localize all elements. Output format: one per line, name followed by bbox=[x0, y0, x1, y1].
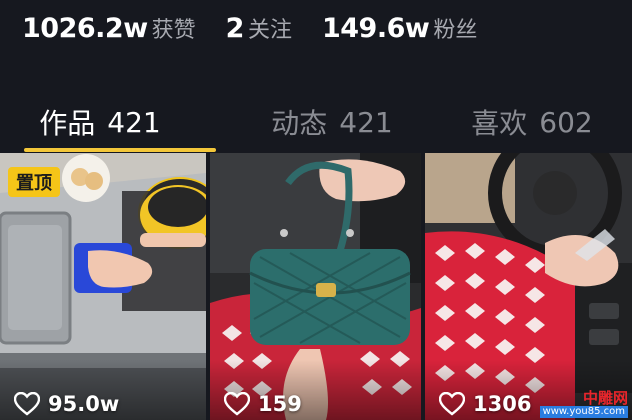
tab-label: 喜欢 bbox=[471, 107, 528, 140]
stat-label: 粉丝 bbox=[433, 18, 478, 43]
stat-value: 2 bbox=[225, 13, 245, 44]
stat-label: 获赞 bbox=[151, 18, 196, 43]
tab-activity[interactable]: 动态 421 bbox=[232, 92, 432, 152]
content-tabs: 作品 421 动态 421 喜欢 602 bbox=[0, 92, 632, 152]
stat-value: 149.6w bbox=[321, 13, 430, 44]
like-count-value: 159 bbox=[258, 392, 302, 416]
like-count: 1306 bbox=[439, 392, 531, 416]
watermark: 中雕网 www.you85.com bbox=[539, 389, 628, 418]
tab-likes[interactable]: 喜欢 602 bbox=[432, 92, 632, 152]
like-count: 95.0w bbox=[14, 392, 119, 416]
profile-stats: 1026.2w 获赞 2 关注 149.6w 粉丝 bbox=[22, 12, 507, 48]
like-count-value: 1306 bbox=[473, 392, 532, 416]
stat-following[interactable]: 2 关注 bbox=[226, 12, 292, 44]
heart-icon bbox=[14, 392, 40, 416]
video-thumbnail-car[interactable]: 1306 中雕网 www.you85.com bbox=[425, 153, 632, 420]
like-count: 159 bbox=[224, 392, 302, 416]
stat-label: 关注 bbox=[247, 18, 292, 43]
like-count-value: 95.0w bbox=[48, 392, 120, 416]
heart-icon bbox=[224, 392, 250, 416]
stat-followers[interactable]: 149.6w 粉丝 bbox=[322, 12, 477, 44]
video-thumbnail-kitchen[interactable]: 置顶 95.0w bbox=[0, 153, 206, 420]
video-thumbnail-bag[interactable]: 159 bbox=[210, 153, 421, 420]
watermark-brand: 中雕网 bbox=[582, 389, 628, 407]
stat-likes[interactable]: 1026.2w 获赞 bbox=[22, 12, 196, 44]
stat-value: 1026.2w bbox=[22, 13, 148, 44]
tab-label: 作品 bbox=[39, 107, 96, 140]
tab-count: 421 bbox=[107, 105, 161, 139]
heart-icon bbox=[439, 392, 465, 416]
tab-count: 602 bbox=[539, 105, 593, 139]
video-grid: 置顶 95.0w 159 1306 中雕网 www.you85.com bbox=[0, 153, 632, 420]
tab-works[interactable]: 作品 421 bbox=[0, 92, 232, 152]
tab-count: 421 bbox=[339, 105, 393, 139]
tab-label: 动态 bbox=[271, 107, 328, 140]
watermark-domain: www.you85.com bbox=[539, 406, 628, 418]
pinned-badge: 置顶 bbox=[8, 167, 60, 197]
